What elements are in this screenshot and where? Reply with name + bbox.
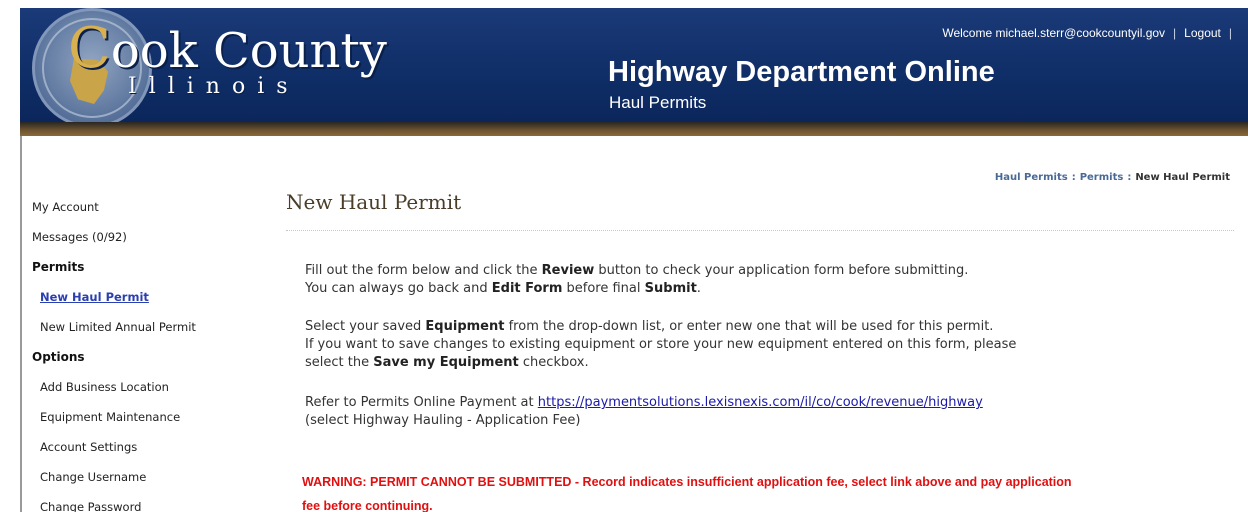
- breadcrumb-separator: :: [1071, 172, 1076, 183]
- text: Select your saved: [305, 319, 426, 334]
- equipment-keyword: Equipment: [425, 319, 505, 334]
- save-equipment-keyword: Save my Equipment: [373, 355, 519, 370]
- county-logo-text: Cook County: [68, 16, 387, 81]
- separator: |: [1173, 26, 1177, 40]
- payment-link[interactable]: https://paymentsolutions.lexisnexis.com/…: [538, 395, 983, 410]
- app-title: Highway Department Online: [608, 56, 995, 88]
- sidebar-item-change-password[interactable]: Change Password: [32, 492, 272, 512]
- sidebar-item-new-limited-annual-permit[interactable]: New Limited Annual Permit: [32, 312, 272, 342]
- text: button to check your application form be…: [594, 263, 969, 278]
- sidebar-item-my-account[interactable]: My Account: [32, 192, 272, 222]
- header-banner: Cook County Illinois Welcome michael.ste…: [20, 8, 1248, 136]
- breadcrumb-separator: :: [1127, 172, 1132, 183]
- breadcrumb-permits[interactable]: Permits: [1080, 172, 1124, 183]
- edit-form-keyword: Edit Form: [491, 281, 563, 296]
- title-divider: [286, 230, 1234, 231]
- logout-link[interactable]: Logout: [1184, 26, 1221, 40]
- separator: |: [1228, 26, 1232, 40]
- text: Fill out the form below and click the: [305, 263, 542, 278]
- equipment-paragraph: Select your saved Equipment from the dro…: [305, 318, 1016, 372]
- text: checkbox.: [518, 355, 589, 370]
- sidebar-heading-permits: Permits: [32, 260, 85, 274]
- sidebar-heading-options: Options: [32, 350, 85, 364]
- text: You can always go back and: [305, 281, 492, 296]
- sidebar-item-change-username[interactable]: Change Username: [32, 462, 272, 492]
- text: from the drop-down list, or enter new on…: [504, 319, 994, 334]
- breadcrumb: Haul Permits: Permits: New Haul Permit: [995, 172, 1230, 183]
- warning-line: fee before continuing.: [302, 499, 433, 512]
- page-title: New Haul Permit: [286, 190, 462, 214]
- sidebar-item-messages[interactable]: Messages (0/92): [32, 222, 272, 252]
- warning-message: WARNING: PERMIT CANNOT BE SUBMITTED - Re…: [302, 470, 1242, 512]
- text: before final: [562, 281, 645, 296]
- warning-line: WARNING: PERMIT CANNOT BE SUBMITTED - Re…: [302, 475, 1072, 489]
- text: .: [696, 281, 701, 296]
- submit-keyword: Submit: [644, 281, 697, 296]
- user-welcome-bar: Welcome michael.sterr@cookcountyil.gov | L…: [942, 26, 1240, 40]
- instructions-paragraph: Fill out the form below and click the Re…: [305, 262, 968, 298]
- text: select the: [305, 355, 374, 370]
- breadcrumb-haul-permits[interactable]: Haul Permits: [995, 172, 1068, 183]
- left-border: [20, 136, 22, 512]
- sidebar-item-new-haul-permit[interactable]: New Haul Permit: [32, 282, 272, 312]
- breadcrumb-current: New Haul Permit: [1135, 172, 1230, 183]
- banner-bottom-strip: [20, 122, 1248, 136]
- welcome-text: Welcome michael.sterr@cookcountyil.gov: [942, 26, 1166, 40]
- payment-paragraph: Refer to Permits Online Payment at https…: [305, 394, 983, 430]
- review-keyword: Review: [541, 263, 595, 278]
- text: (select Highway Hauling - Application Fe…: [305, 413, 581, 428]
- app-subtitle: Haul Permits: [609, 93, 707, 112]
- state-logo-text: Illinois: [128, 74, 300, 99]
- sidebar-item-equipment-maintenance[interactable]: Equipment Maintenance: [32, 402, 272, 432]
- sidebar-item-add-business-location[interactable]: Add Business Location: [32, 372, 272, 402]
- sidebar-nav: My Account Messages (0/92) Permits New H…: [32, 192, 272, 512]
- text: Refer to Permits Online Payment at: [305, 395, 538, 410]
- text: If you want to save changes to existing …: [305, 337, 1017, 352]
- sidebar-item-account-settings[interactable]: Account Settings: [32, 432, 272, 462]
